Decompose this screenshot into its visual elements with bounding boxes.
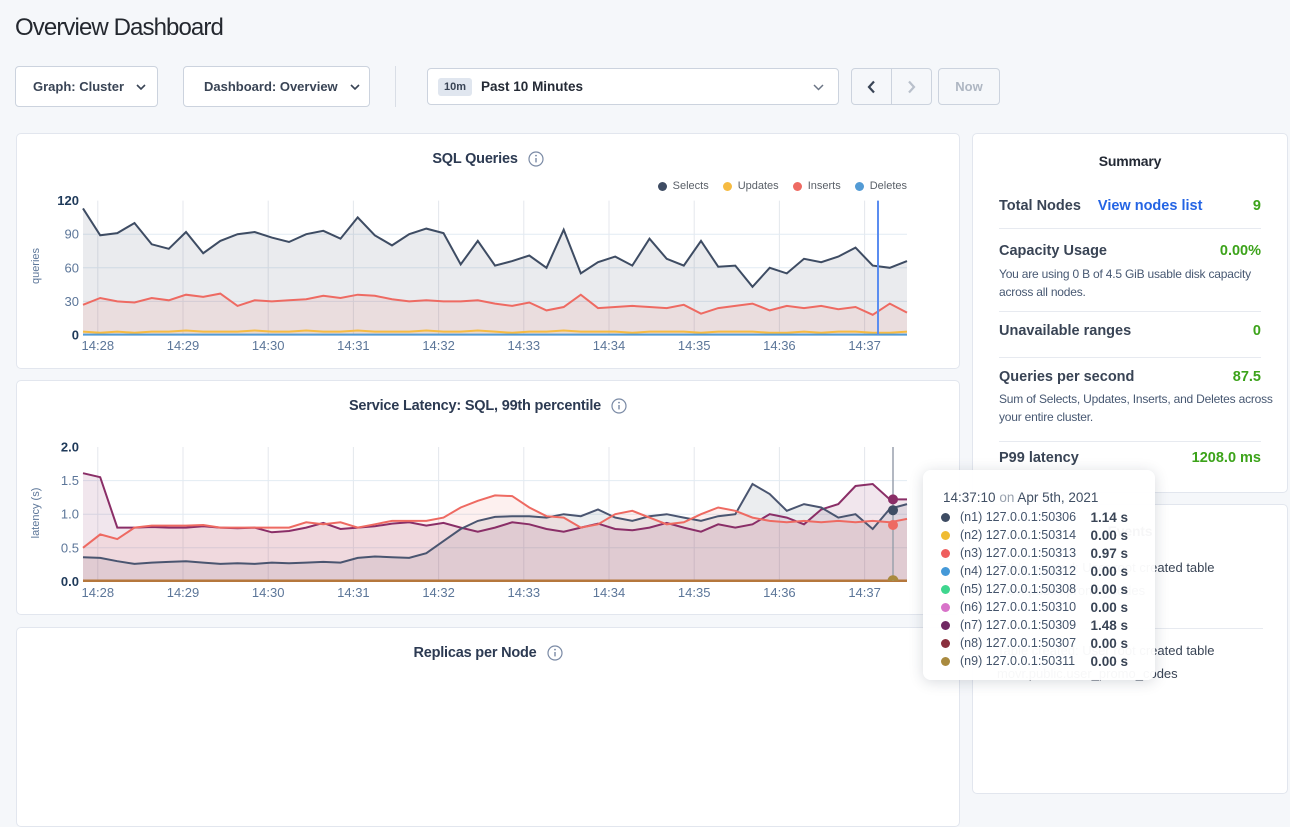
svg-text:60: 60 <box>65 260 79 275</box>
svg-text:1.0: 1.0 <box>61 507 79 522</box>
svg-text:90: 90 <box>65 227 79 242</box>
svg-text:14:34: 14:34 <box>593 585 626 600</box>
svg-text:1.5: 1.5 <box>61 473 79 488</box>
svg-text:0: 0 <box>72 328 79 343</box>
svg-text:30: 30 <box>65 294 79 309</box>
svg-text:14:31: 14:31 <box>337 338 370 353</box>
svg-text:14:37: 14:37 <box>848 585 881 600</box>
svg-text:14:28: 14:28 <box>82 338 115 353</box>
svg-text:0.5: 0.5 <box>61 540 79 555</box>
svg-text:14:28: 14:28 <box>82 585 115 600</box>
svg-text:14:36: 14:36 <box>763 585 796 600</box>
svg-text:14:29: 14:29 <box>167 338 200 353</box>
svg-text:14:35: 14:35 <box>678 585 711 600</box>
svg-text:14:33: 14:33 <box>508 338 541 353</box>
svg-text:14:34: 14:34 <box>593 338 626 353</box>
svg-text:14:37: 14:37 <box>848 338 881 353</box>
svg-text:14:29: 14:29 <box>167 585 200 600</box>
svg-text:14:30: 14:30 <box>252 585 285 600</box>
svg-text:14:36: 14:36 <box>763 338 796 353</box>
svg-text:14:35: 14:35 <box>678 338 711 353</box>
svg-text:14:31: 14:31 <box>337 585 370 600</box>
svg-text:14:33: 14:33 <box>508 585 541 600</box>
svg-text:14:32: 14:32 <box>422 338 455 353</box>
svg-text:2.0: 2.0 <box>61 440 79 455</box>
svg-text:latency (s): latency (s) <box>30 488 42 539</box>
svg-text:120: 120 <box>57 193 79 208</box>
svg-text:14:32: 14:32 <box>422 585 455 600</box>
svg-text:queries: queries <box>30 247 42 284</box>
svg-text:14:30: 14:30 <box>252 338 285 353</box>
svg-text:0.0: 0.0 <box>61 574 79 589</box>
